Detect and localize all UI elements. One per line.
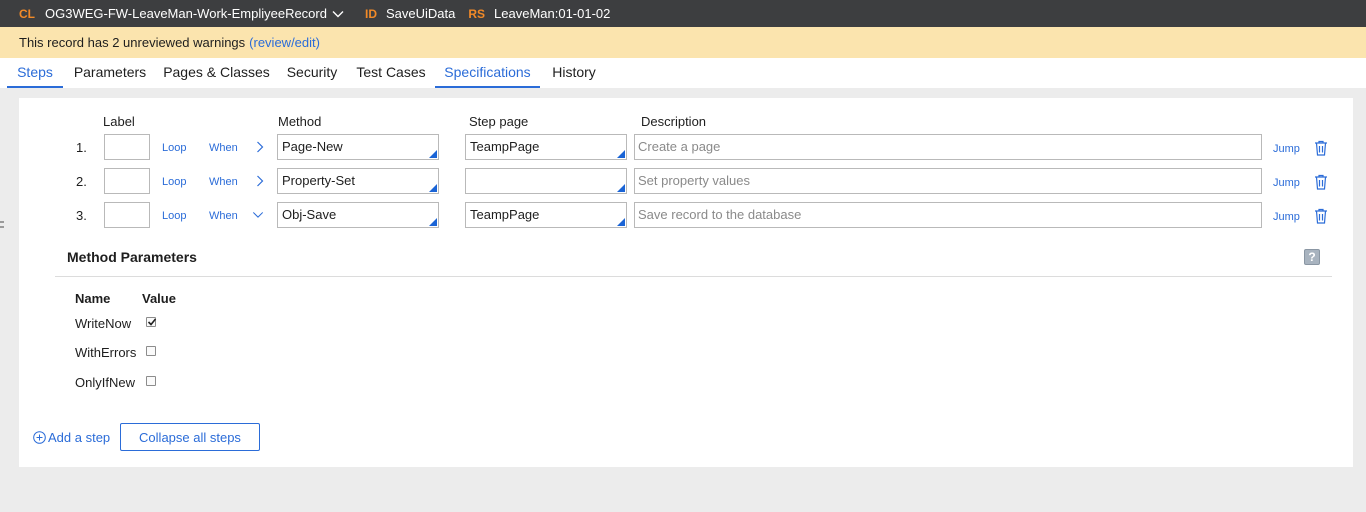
class-tag: CL xyxy=(19,6,35,21)
method-value: Page-New xyxy=(282,139,343,154)
method-parameters-title: Method Parameters xyxy=(67,249,197,265)
description-input[interactable]: Set property values xyxy=(634,168,1262,194)
autocomplete-corner-icon xyxy=(617,184,625,192)
tab-specifications[interactable]: Specifications xyxy=(435,58,540,88)
add-step-link[interactable]: Add a step xyxy=(33,430,110,445)
tab-security[interactable]: Security xyxy=(282,58,342,88)
trash-icon[interactable] xyxy=(1314,174,1328,190)
checkmark-icon xyxy=(147,318,157,326)
method-value: Obj-Save xyxy=(282,207,337,222)
review-edit-link[interactable]: (review/edit) xyxy=(249,35,320,50)
tab-test-cases[interactable]: Test Cases xyxy=(354,58,428,88)
param-name-header: Name xyxy=(75,291,111,306)
ruleset-tag: RS xyxy=(468,6,486,21)
column-header-description: Description xyxy=(641,114,707,129)
resize-handle-icon[interactable] xyxy=(0,221,4,229)
tab-parameters[interactable]: Parameters xyxy=(70,58,150,88)
ruleset-version: LeaveMan:01-01-02 xyxy=(494,6,611,21)
record-header: CL OG3WEG-FW-LeaveMan-Work-EmpliyeeRecor… xyxy=(0,0,1366,27)
trash-icon[interactable] xyxy=(1314,208,1328,224)
add-circle-icon xyxy=(33,431,46,444)
chevron-right-icon[interactable] xyxy=(254,175,266,187)
description-input[interactable]: Save record to the database xyxy=(634,202,1262,228)
param-name: OnlyIfNew xyxy=(75,375,135,390)
method-value: Property-Set xyxy=(282,173,355,188)
witherrors-checkbox[interactable] xyxy=(146,346,156,356)
tab-bar: Steps Parameters Pages & Classes Securit… xyxy=(0,58,1366,88)
step-page-input[interactable]: TeampPage xyxy=(465,202,627,228)
writenow-checkbox[interactable] xyxy=(146,317,157,327)
help-icon[interactable]: ? xyxy=(1304,249,1320,265)
step-number: 1. xyxy=(76,140,87,155)
trash-icon[interactable] xyxy=(1314,140,1328,156)
step-page-input[interactable] xyxy=(465,168,627,194)
step-number: 3. xyxy=(76,208,87,223)
autocomplete-corner-icon xyxy=(429,218,437,226)
class-name[interactable]: OG3WEG-FW-LeaveMan-Work-EmpliyeeRecord xyxy=(45,6,327,21)
autocomplete-corner-icon xyxy=(617,150,625,158)
step-page-value: TeampPage xyxy=(470,207,540,222)
chevron-down-icon[interactable] xyxy=(331,7,345,21)
step-label-input[interactable] xyxy=(104,134,150,160)
onlyifnew-checkbox[interactable] xyxy=(146,376,156,386)
autocomplete-corner-icon xyxy=(429,184,437,192)
when-link[interactable]: When xyxy=(209,176,238,188)
section-divider xyxy=(55,276,1332,277)
chevron-down-icon[interactable] xyxy=(252,209,264,221)
loop-link[interactable]: Loop xyxy=(162,142,186,154)
param-name: WriteNow xyxy=(75,316,132,331)
loop-link[interactable]: Loop xyxy=(162,210,186,222)
step-label-input[interactable] xyxy=(104,202,150,228)
method-input[interactable]: Obj-Save xyxy=(277,202,439,228)
warning-banner: This record has 2 unreviewed warnings (r… xyxy=(0,27,1366,58)
warning-text: This record has 2 unreviewed warnings xyxy=(19,35,246,50)
when-link[interactable]: When xyxy=(209,210,238,222)
param-name: WithErrors xyxy=(75,345,137,360)
tab-pages-classes[interactable]: Pages & Classes xyxy=(163,58,270,88)
tab-history[interactable]: History xyxy=(546,58,602,88)
chevron-right-icon[interactable] xyxy=(254,141,266,153)
step-page-value: TeampPage xyxy=(470,139,540,154)
loop-link[interactable]: Loop xyxy=(162,176,186,188)
step-number: 2. xyxy=(76,174,87,189)
tab-steps[interactable]: Steps xyxy=(7,58,63,88)
add-step-label: Add a step xyxy=(48,430,111,445)
collapse-all-steps-button[interactable]: Collapse all steps xyxy=(120,423,260,451)
jump-link[interactable]: Jump xyxy=(1273,177,1300,189)
jump-link[interactable]: Jump xyxy=(1273,211,1300,223)
steps-panel: Label Method Step page Description 1. Lo… xyxy=(19,98,1353,467)
jump-link[interactable]: Jump xyxy=(1273,143,1300,155)
column-header-label: Label xyxy=(103,114,135,129)
step-page-input[interactable]: TeampPage xyxy=(465,134,627,160)
method-input[interactable]: Property-Set xyxy=(277,168,439,194)
column-header-method: Method xyxy=(278,114,322,129)
description-input[interactable]: Create a page xyxy=(634,134,1262,160)
when-link[interactable]: When xyxy=(209,142,238,154)
method-input[interactable]: Page-New xyxy=(277,134,439,160)
autocomplete-corner-icon xyxy=(429,150,437,158)
autocomplete-corner-icon xyxy=(617,218,625,226)
param-value-header: Value xyxy=(142,291,176,306)
step-label-input[interactable] xyxy=(104,168,150,194)
record-id: SaveUiData xyxy=(385,6,456,21)
id-tag: ID xyxy=(364,6,377,21)
column-header-step-page: Step page xyxy=(469,114,529,129)
